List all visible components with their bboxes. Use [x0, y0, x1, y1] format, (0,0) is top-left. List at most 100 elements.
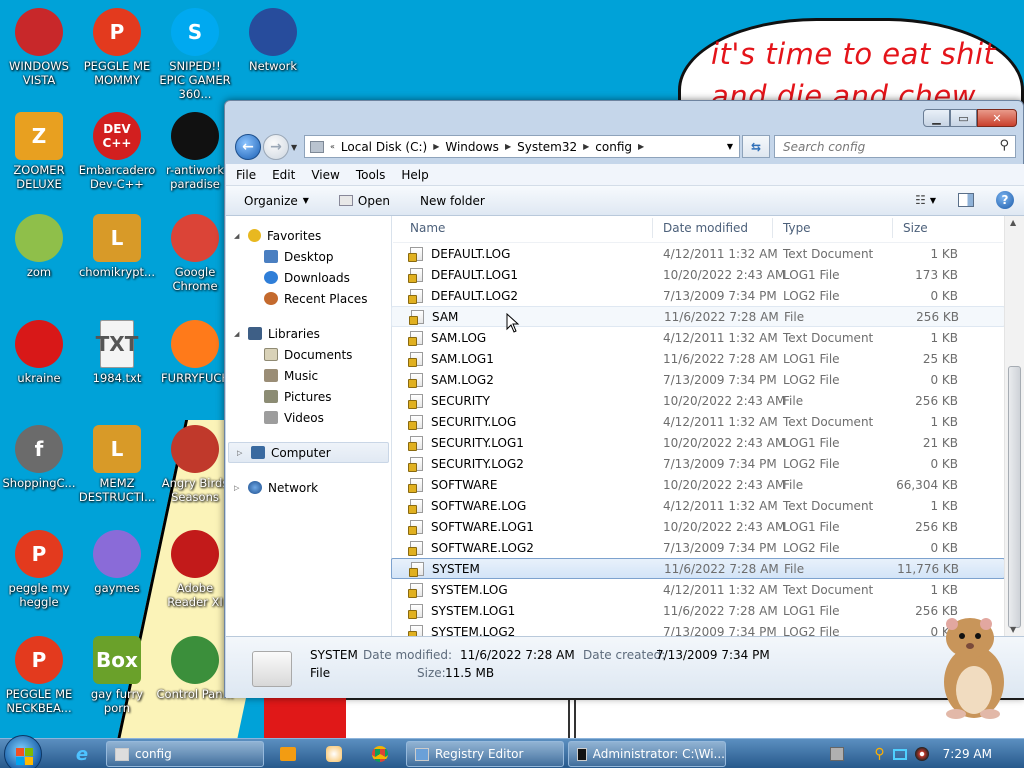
new-folder-button[interactable]: New folder [420, 194, 485, 208]
desktop-icon[interactable]: gaymes [78, 530, 156, 595]
file-row[interactable]: SOFTWARE.LOG2 7/13/2009 7:34 PM LOG2 File 0… [393, 537, 1003, 558]
address-bar[interactable]: « Local Disk (C:) ▶ Windows ▶ System32 ▶… [304, 135, 740, 158]
vertical-scrollbar[interactable]: ▲ ▼ [1004, 216, 1024, 636]
menu-view[interactable]: View [311, 168, 339, 182]
column-name[interactable]: Name [393, 218, 653, 238]
nav-documents[interactable]: Documents [226, 344, 391, 365]
file-row[interactable]: DEFAULT.LOG1 10/20/2022 2:43 AM LOG1 File 1… [393, 264, 1003, 285]
expand-icon[interactable]: ▷ [237, 449, 251, 457]
forward-button[interactable]: → [263, 134, 289, 160]
breadcrumb-windows[interactable]: Windows [445, 140, 499, 154]
breadcrumb-system32[interactable]: System32 [517, 140, 577, 154]
search-tray-icon[interactable]: ⚲ [874, 746, 884, 762]
recent-pages-dropdown-icon[interactable]: ▼ [291, 143, 297, 152]
taskbar-task-config[interactable]: config [106, 741, 264, 767]
desktop-icon[interactable]: Control Pan... [156, 636, 234, 701]
desktop-icon[interactable]: DEV C++ Embarcadero Dev-C++ [78, 112, 156, 191]
start-button[interactable] [4, 735, 42, 768]
nav-pictures[interactable]: Pictures [226, 386, 391, 407]
open-button[interactable]: Open [338, 194, 390, 208]
desktop-icon[interactable]: TXT 1984.txt [78, 320, 156, 385]
minimize-button[interactable]: ▁ [923, 109, 950, 127]
desktop-icon[interactable]: Google Chrome [156, 214, 234, 293]
scroll-up-icon[interactable]: ▲ [1010, 218, 1016, 227]
nav-videos[interactable]: Videos [226, 407, 391, 428]
preview-pane-icon[interactable] [958, 193, 974, 207]
file-row[interactable]: DEFAULT.LOG 4/12/2011 1:32 AM Text Documen… [393, 243, 1003, 264]
file-row[interactable]: SOFTWARE.LOG1 10/20/2022 2:43 AM LOG1 File… [393, 516, 1003, 537]
menu-file[interactable]: File [236, 168, 256, 182]
desktop-icon[interactable]: FURRYFUCK [156, 320, 234, 385]
desktop-icon[interactable]: P PEGGLE ME MOMMY [78, 8, 156, 87]
internet-explorer-taskbar-button[interactable]: e [62, 743, 102, 765]
address-dropdown-icon[interactable]: ▼ [727, 142, 733, 151]
desktop-icon[interactable]: Lchomikrypt... [78, 214, 156, 279]
desktop-icon[interactable]: Angry Birds Seasons [156, 425, 234, 504]
file-row[interactable]: DEFAULT.LOG2 7/13/2009 7:34 PM LOG2 File 0 … [393, 285, 1003, 306]
back-button[interactable]: ← [235, 134, 261, 160]
organize-button[interactable]: Organize ▼ [244, 194, 309, 208]
desktop-icon[interactable]: ukraine [0, 320, 78, 385]
refresh-button[interactable]: ⇆ [742, 135, 770, 158]
desktop-icon[interactable]: f ShoppingC... [0, 425, 78, 490]
desktop-icon[interactable]: Ppeggle my heggle [0, 530, 78, 609]
menu-help[interactable]: Help [401, 168, 428, 182]
file-row[interactable]: SECURITY 10/20/2022 2:43 AM File 256 KB [393, 390, 1003, 411]
breadcrumb-separator-icon[interactable]: ▶ [433, 142, 439, 151]
file-row[interactable]: SOFTWARE 10/20/2022 2:43 AM File 66,304 KB [393, 474, 1003, 495]
maximize-button[interactable]: ▭ [950, 109, 977, 127]
change-view-icon[interactable]: ☷ [915, 193, 926, 207]
breadcrumb-separator-icon[interactable]: ▶ [583, 142, 589, 151]
file-row[interactable]: SECURITY.LOG1 10/20/2022 2:43 AM LOG1 File… [393, 432, 1003, 453]
file-row[interactable]: SAM.LOG2 7/13/2009 7:34 PM LOG2 File 0 KB [393, 369, 1003, 390]
search-input[interactable]: Search config ⚲ [774, 135, 1016, 158]
file-row[interactable]: SAM.LOG 4/12/2011 1:32 AM Text Document 1 K… [393, 327, 1003, 348]
nav-libraries[interactable]: ◢ Libraries [226, 323, 391, 344]
nav-recent-places[interactable]: Recent Places [226, 288, 391, 309]
file-row[interactable]: SYSTEM.LOG 4/12/2011 1:32 AM Text Document… [393, 579, 1003, 600]
desktop-icon[interactable]: S SNIPED!! EPIC GAMER 360... [156, 8, 234, 101]
breadcrumb-local-disk[interactable]: Local Disk (C:) [341, 140, 427, 154]
desktop-icon[interactable]: zom [0, 214, 78, 279]
desktop-icon[interactable]: Z ZOOMER DELUXE [0, 112, 78, 191]
file-row[interactable]: SECURITY.LOG2 7/13/2009 7:34 PM LOG2 File 0… [393, 453, 1003, 474]
breadcrumb-overflow-icon[interactable]: « [330, 142, 335, 151]
desktop-icon[interactable]: WINDOWS VISTA [0, 8, 78, 87]
nav-desktop[interactable]: Desktop [226, 246, 391, 267]
file-row[interactable]: SAM.LOG1 11/6/2022 7:28 AM LOG1 File 25 KB [393, 348, 1003, 369]
nav-computer[interactable]: ▷ Computer [228, 442, 389, 463]
file-row[interactable]: SYSTEM.LOG1 11/6/2022 7:28 AM LOG1 File 256… [393, 600, 1003, 621]
explorer-window[interactable]: ▁ ▭ ✕ ← → ▼ « Local Disk (C:) ▶ Windows … [224, 100, 1024, 698]
volume-icon[interactable] [914, 747, 929, 761]
desktop-icon[interactable]: r-antiwork paradise [156, 112, 234, 191]
menu-tools[interactable]: Tools [356, 168, 386, 182]
view-options-dropdown-icon[interactable]: ▼ [930, 196, 936, 205]
close-button[interactable]: ✕ [977, 109, 1017, 127]
column-size[interactable]: Size [893, 218, 963, 238]
taskbar-task-registry-editor[interactable]: Registry Editor [406, 741, 564, 767]
breadcrumb-separator-icon[interactable]: ▶ [638, 142, 644, 151]
nav-music[interactable]: Music [226, 365, 391, 386]
search-icon[interactable]: ⚲ [999, 138, 1009, 153]
chrome-taskbar-button[interactable] [360, 743, 400, 765]
menu-edit[interactable]: Edit [272, 168, 295, 182]
breadcrumb-config[interactable]: config [595, 140, 632, 154]
desktop-icon[interactable]: Box gay furry porn [78, 636, 156, 715]
nav-downloads[interactable]: Downloads [226, 267, 391, 288]
nav-favorites[interactable]: ◢ Favorites [226, 225, 391, 246]
paint-taskbar-button[interactable] [314, 743, 354, 765]
display-icon[interactable] [892, 748, 907, 760]
collapse-icon[interactable]: ◢ [234, 330, 248, 338]
desktop-icon[interactable]: Adobe Reader XI [156, 530, 234, 609]
scrollbar-thumb[interactable] [1008, 366, 1021, 628]
expand-icon[interactable]: ▷ [234, 484, 248, 492]
desktop-icon[interactable]: L MEMZ DESTRUCTI... [78, 425, 156, 504]
nav-network[interactable]: ▷ Network [226, 477, 391, 498]
file-row[interactable]: SYSTEM 11/6/2022 7:28 AM File 11,776 KB [391, 558, 1005, 579]
taskbar-task-command-prompt[interactable]: Administrator: C:\Wi... [568, 741, 726, 767]
collapse-icon[interactable]: ◢ [234, 232, 248, 240]
action-center-icon[interactable] [830, 747, 845, 761]
media-player-taskbar-button[interactable] [268, 743, 308, 765]
breadcrumb-separator-icon[interactable]: ▶ [505, 142, 511, 151]
help-icon[interactable]: ? [996, 191, 1014, 209]
